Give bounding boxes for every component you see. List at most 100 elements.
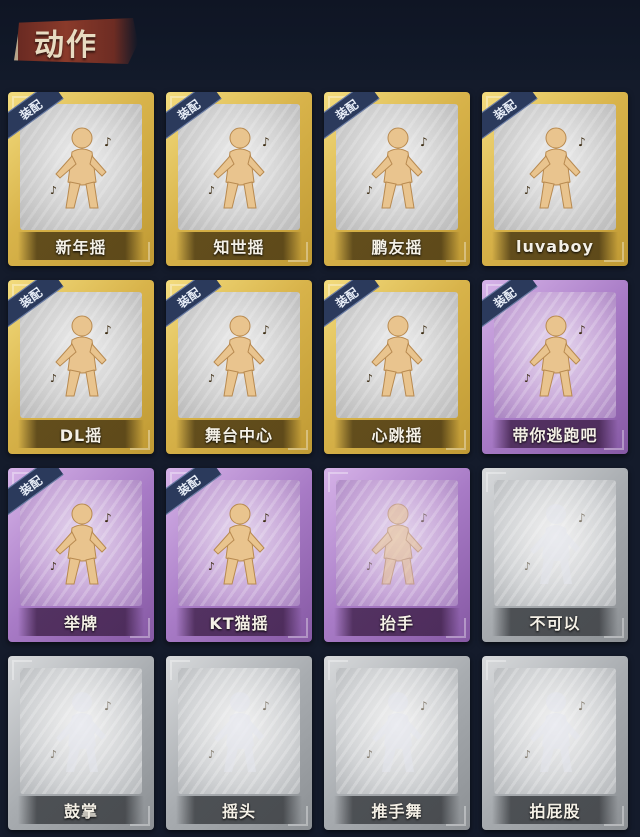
svg-text:♪: ♪ bbox=[104, 323, 112, 337]
action-name: 新年摇 bbox=[55, 238, 107, 257]
action-name: 抬手 bbox=[379, 614, 414, 633]
action-card[interactable]: ♪ ♪ 装配 带你逃跑吧 bbox=[482, 280, 628, 454]
hold-sign-icon: ♪♪ bbox=[50, 503, 112, 585]
action-name: 带你逃跑吧 bbox=[512, 426, 598, 445]
heartbeat-dance-icon: ♪♪ bbox=[366, 315, 428, 397]
action-name: luvaboy bbox=[516, 236, 594, 256]
action-label-bar: 举牌 bbox=[18, 608, 144, 636]
action-name: 拍屁股 bbox=[529, 802, 581, 821]
action-name: DL摇 bbox=[59, 426, 103, 445]
action-name: 不可以 bbox=[529, 614, 581, 633]
dance-icon: ♪♪ bbox=[366, 127, 428, 209]
header-bar: 动作 bbox=[0, 0, 640, 80]
action-label-bar: 鹏友摇 bbox=[334, 232, 460, 260]
svg-text:♪: ♪ bbox=[262, 699, 270, 713]
svg-text:♪: ♪ bbox=[262, 323, 270, 337]
svg-text:♪: ♪ bbox=[208, 748, 215, 761]
card-ornament bbox=[328, 472, 348, 492]
card-ornament bbox=[486, 660, 506, 680]
action-card[interactable]: ♪ ♪ 不可以 bbox=[482, 468, 628, 642]
action-card[interactable]: ♪ ♪ 抬手 bbox=[324, 468, 470, 642]
svg-text:♪: ♪ bbox=[524, 372, 531, 385]
action-card[interactable]: ♪ ♪ 鼓掌 bbox=[8, 656, 154, 830]
svg-text:♪: ♪ bbox=[366, 372, 373, 385]
action-label-bar: DL摇 bbox=[18, 420, 144, 448]
svg-text:♪: ♪ bbox=[208, 184, 215, 197]
action-card[interactable]: ♪ ♪ 装配 新年摇 bbox=[8, 92, 154, 266]
action-card[interactable]: ♪ ♪ 装配 KT猫摇 bbox=[166, 468, 312, 642]
svg-text:♪: ♪ bbox=[50, 560, 57, 573]
svg-text:♪: ♪ bbox=[524, 560, 531, 573]
action-label-bar: 舞台中心 bbox=[176, 420, 302, 448]
raise-hand-icon: ♪♪ bbox=[366, 503, 428, 585]
action-card[interactable]: ♪ ♪ 装配 举牌 bbox=[8, 468, 154, 642]
action-label-bar: 知世摇 bbox=[176, 232, 302, 260]
svg-text:♪: ♪ bbox=[366, 184, 373, 197]
action-card[interactable]: ♪ ♪ 装配 鹏友摇 bbox=[324, 92, 470, 266]
action-label-bar: 带你逃跑吧 bbox=[492, 420, 618, 448]
action-name: 知世摇 bbox=[213, 238, 265, 257]
svg-text:♪: ♪ bbox=[104, 699, 112, 713]
svg-text:♪: ♪ bbox=[262, 511, 270, 525]
action-name: 舞台中心 bbox=[204, 426, 273, 445]
action-card[interactable]: ♪ ♪ 装配 舞台中心 bbox=[166, 280, 312, 454]
action-label-bar: 不可以 bbox=[492, 608, 618, 636]
action-name: 推手舞 bbox=[371, 802, 423, 821]
action-label-bar: 新年摇 bbox=[18, 232, 144, 260]
action-card[interactable]: ♪ ♪ 拍屁股 bbox=[482, 656, 628, 830]
action-name: 摇头 bbox=[221, 802, 256, 821]
action-label-bar: luvaboy bbox=[492, 232, 618, 260]
card-ornament bbox=[328, 660, 348, 680]
action-card[interactable]: ♪ ♪ 装配 luvaboy bbox=[482, 92, 628, 266]
action-card[interactable]: ♪ ♪ 装配 知世摇 bbox=[166, 92, 312, 266]
push-dance-icon: ♪♪ bbox=[366, 692, 428, 772]
action-card[interactable]: ♪ ♪ 推手舞 bbox=[324, 656, 470, 830]
action-card[interactable]: ♪ ♪ 装配 DL摇 bbox=[8, 280, 154, 454]
svg-text:♪: ♪ bbox=[208, 560, 215, 573]
svg-text:♪: ♪ bbox=[524, 748, 531, 761]
butt-slap-icon: ♪♪ bbox=[524, 692, 586, 772]
action-label-bar: 抬手 bbox=[334, 608, 460, 636]
action-label-bar: KT猫摇 bbox=[176, 608, 302, 636]
action-label-bar: 推手舞 bbox=[334, 796, 460, 824]
action-name: 举牌 bbox=[63, 614, 98, 633]
action-card[interactable]: ♪ ♪ 装配 心跳摇 bbox=[324, 280, 470, 454]
svg-text:♪: ♪ bbox=[420, 323, 428, 337]
cat-dance-icon: ♪♪ bbox=[208, 503, 270, 585]
dance-icon: ♪♪ bbox=[524, 127, 586, 209]
page-title: 动作 bbox=[34, 28, 98, 63]
svg-text:♪: ♪ bbox=[578, 323, 586, 337]
svg-text:♪: ♪ bbox=[366, 748, 373, 761]
svg-text:♪: ♪ bbox=[420, 699, 428, 713]
svg-text:♪: ♪ bbox=[366, 560, 373, 573]
svg-text:♪: ♪ bbox=[104, 135, 112, 149]
finger-wag-icon: ♪♪ bbox=[524, 504, 586, 584]
svg-text:♪: ♪ bbox=[578, 699, 586, 713]
action-name: KT猫摇 bbox=[209, 614, 269, 633]
card-ornament bbox=[170, 660, 190, 680]
stage-center-icon: ♪♪ bbox=[208, 315, 270, 397]
new-year-dance-icon: ♪♪ bbox=[50, 127, 112, 209]
head-shake-icon: ♪♪ bbox=[208, 692, 270, 772]
action-card[interactable]: ♪ ♪ 摇头 bbox=[166, 656, 312, 830]
svg-text:♪: ♪ bbox=[578, 511, 586, 525]
arm-raise-dance-icon: ♪♪ bbox=[50, 315, 112, 397]
svg-text:♪: ♪ bbox=[50, 748, 57, 761]
svg-text:♪: ♪ bbox=[578, 135, 586, 149]
action-label-bar: 鼓掌 bbox=[18, 796, 144, 824]
action-label-bar: 拍屁股 bbox=[492, 796, 618, 824]
svg-text:♪: ♪ bbox=[420, 511, 428, 525]
svg-text:♪: ♪ bbox=[262, 135, 270, 149]
svg-text:♪: ♪ bbox=[104, 511, 112, 525]
point-dance-icon: ♪♪ bbox=[524, 315, 586, 397]
card-ornament bbox=[486, 472, 506, 492]
action-name: 鹏友摇 bbox=[371, 238, 423, 257]
action-label-bar: 摇头 bbox=[176, 796, 302, 824]
svg-text:♪: ♪ bbox=[420, 135, 428, 149]
clap-icon: ♪♪ bbox=[50, 692, 112, 772]
action-label-bar: 心跳摇 bbox=[334, 420, 460, 448]
svg-text:♪: ♪ bbox=[524, 184, 531, 197]
dance-icon: ♪♪ bbox=[208, 127, 270, 209]
action-name: 鼓掌 bbox=[63, 802, 98, 821]
action-name: 心跳摇 bbox=[371, 426, 423, 445]
